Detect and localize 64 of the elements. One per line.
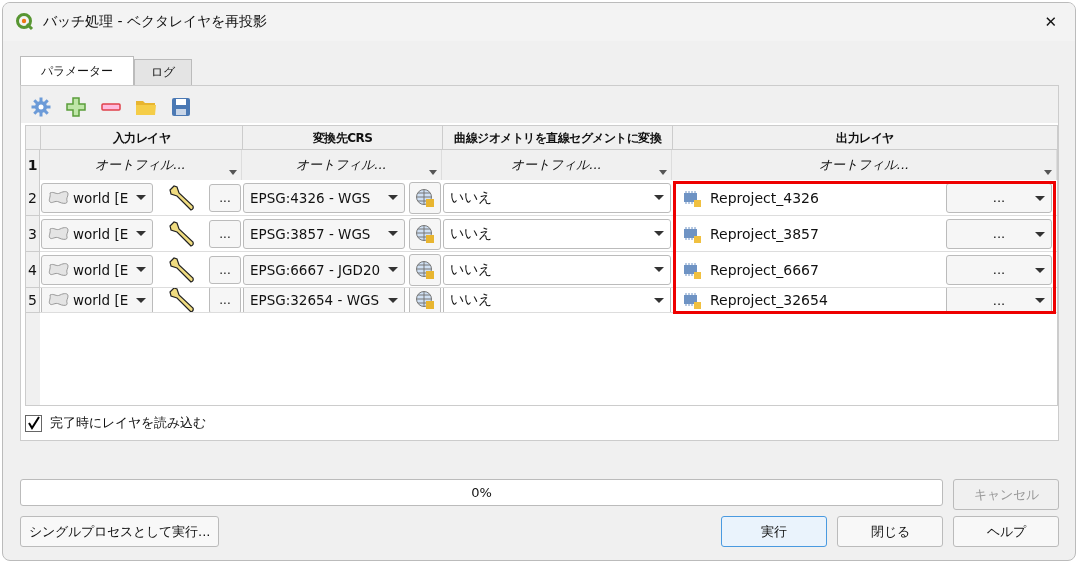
save-icon[interactable] <box>170 96 192 118</box>
autofill-dropdown[interactable]: オートフィル... <box>442 150 672 181</box>
row-number: 4 <box>26 252 40 288</box>
tab[interactable]: ログ <box>134 59 192 85</box>
layer-dropdown[interactable]: world [E <box>41 288 153 312</box>
polygon-layer-icon <box>48 225 70 242</box>
polygon-layer-icon <box>48 292 70 308</box>
output-field[interactable]: Reproject_4326 <box>678 182 944 213</box>
tab[interactable]: パラメーター <box>20 56 134 85</box>
polygon-layer-icon <box>48 261 70 278</box>
options-button[interactable]: ... <box>209 288 241 312</box>
gear-icon[interactable] <box>30 96 52 118</box>
globe-icon[interactable] <box>409 181 441 214</box>
globe-icon[interactable] <box>409 288 441 312</box>
output-field[interactable]: Reproject_3857 <box>678 218 944 249</box>
wrench-icon[interactable] <box>167 218 197 249</box>
crs-dropdown[interactable]: EPSG:3857 - WGS <box>243 218 405 249</box>
close-button[interactable]: 閉じる <box>837 516 943 547</box>
row-number: 3 <box>26 216 40 252</box>
output-field[interactable]: Reproject_6667 <box>678 254 944 285</box>
options-button[interactable]: ... <box>209 183 241 212</box>
run-button[interactable]: 実行 <box>721 516 827 547</box>
globe-icon[interactable] <box>409 217 441 250</box>
row-number: 2 <box>26 180 40 216</box>
chip-icon <box>682 224 702 243</box>
output-options-button[interactable]: ... <box>946 182 1052 213</box>
yes-no-dropdown[interactable]: いいえ <box>443 288 671 312</box>
output-options-button[interactable]: ... <box>946 254 1052 285</box>
layer-dropdown[interactable]: world [E <box>41 182 153 213</box>
chip-icon <box>682 188 702 207</box>
crs-dropdown[interactable]: EPSG:4326 - WGS <box>243 182 405 213</box>
chip-icon <box>682 291 702 309</box>
output-options-button[interactable]: ... <box>946 218 1052 249</box>
help-button[interactable]: ヘルプ <box>953 516 1059 547</box>
progress-text: 0% <box>471 485 492 500</box>
checkbox-label: 完了時にレイヤを読み込む <box>50 414 206 433</box>
layer-dropdown[interactable]: world [E <box>41 254 153 285</box>
chip-icon <box>682 260 702 279</box>
options-button[interactable]: ... <box>209 255 241 284</box>
output-field[interactable]: Reproject_32654 <box>678 288 944 312</box>
crs-dropdown[interactable]: EPSG:32654 - WGS <box>243 288 405 312</box>
yes-no-dropdown[interactable]: いいえ <box>443 254 671 285</box>
wrench-icon[interactable] <box>167 182 197 213</box>
autofill-dropdown[interactable]: オートフィル... <box>672 150 1057 181</box>
layer-dropdown[interactable]: world [E <box>41 218 153 249</box>
run-single-button[interactable]: シングルプロセスとして実行... <box>20 516 220 547</box>
add-icon[interactable] <box>65 96 87 118</box>
polygon-layer-icon <box>48 189 70 206</box>
app-logo-icon <box>15 12 35 32</box>
options-button[interactable]: ... <box>209 219 241 248</box>
row-number: 1 <box>26 150 40 181</box>
autofill-dropdown[interactable]: オートフィル... <box>242 150 442 181</box>
window-title: バッチ処理 - ベクタレイヤを再投影 <box>43 13 268 31</box>
output-options-button[interactable]: ... <box>946 288 1052 312</box>
close-button[interactable]: ✕ <box>1038 13 1063 31</box>
yes-no-dropdown[interactable]: いいえ <box>443 218 671 249</box>
checkbox[interactable] <box>25 414 42 432</box>
crs-dropdown[interactable]: EPSG:6667 - JGD20 <box>243 254 405 285</box>
globe-icon[interactable] <box>409 253 441 286</box>
yes-no-dropdown[interactable]: いいえ <box>443 182 671 213</box>
row-number: 5 <box>26 288 40 313</box>
wrench-icon[interactable] <box>167 288 197 312</box>
autofill-dropdown[interactable]: オートフィル... <box>40 150 242 181</box>
wrench-icon[interactable] <box>167 254 197 285</box>
